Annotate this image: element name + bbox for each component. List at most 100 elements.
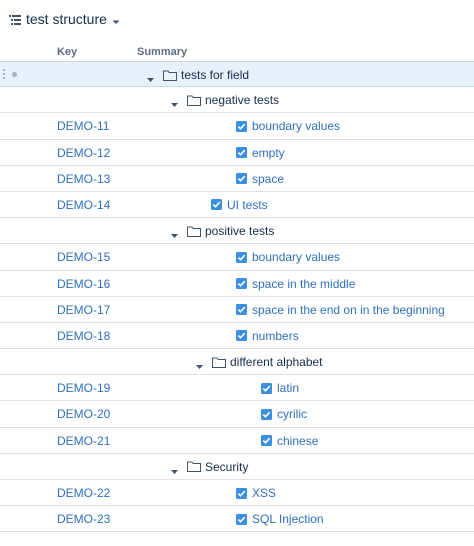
issue-row[interactable]: DEMO-18 numbers (0, 323, 474, 350)
issue-key-link[interactable]: DEMO-13 (57, 166, 110, 192)
summary-cell: tests for field (147, 62, 249, 88)
structure-selector[interactable]: test structure (9, 9, 120, 29)
checkbox-checked-icon[interactable] (236, 330, 247, 342)
issue-key-link[interactable]: DEMO-12 (57, 140, 110, 166)
issue-summary-link[interactable]: space in the end on in the beginning (252, 303, 445, 317)
issue-key-link[interactable]: DEMO-16 (57, 271, 110, 297)
folder-row[interactable]: Security (0, 454, 474, 480)
issue-row[interactable]: DEMO-19 latin (0, 375, 474, 402)
summary-cell: boundary values (236, 244, 340, 270)
summary-cell: different alphabet (196, 349, 323, 375)
checkbox-checked-icon[interactable] (236, 304, 247, 316)
summary-cell: cyrilic (261, 401, 307, 427)
checkbox-checked-icon[interactable] (236, 120, 247, 132)
status-dot-icon (12, 72, 17, 77)
issue-summary-link[interactable]: XSS (252, 486, 276, 500)
issue-row[interactable]: DEMO-14 UI tests (0, 192, 474, 219)
issue-row[interactable]: DEMO-17 space in the end on in the beginn… (0, 297, 474, 323)
checkbox-checked-icon[interactable] (261, 382, 272, 394)
summary-cell: negative tests (171, 87, 279, 113)
issue-key-link[interactable]: DEMO-15 (57, 244, 110, 270)
checkbox-checked-icon[interactable] (236, 487, 247, 499)
summary-cell: XSS (236, 480, 276, 506)
summary-cell: space in the middle (236, 271, 355, 297)
summary-cell: chinese (261, 428, 318, 454)
structure-icon (9, 14, 21, 25)
issue-key-link[interactable]: DEMO-23 (57, 506, 110, 532)
issue-row[interactable]: DEMO-11 boundary values (0, 113, 474, 140)
header: test structure (0, 0, 474, 38)
folder-row[interactable]: positive tests (0, 218, 474, 245)
issue-summary-link[interactable]: space in the middle (252, 277, 355, 291)
checkbox-checked-icon[interactable] (236, 513, 247, 525)
folder-row[interactable]: different alphabet (0, 349, 474, 376)
issue-row[interactable]: DEMO-15 boundary values (0, 244, 474, 271)
folder-label[interactable]: negative tests (205, 93, 279, 107)
issue-key-link[interactable]: DEMO-17 (57, 297, 110, 323)
issue-row[interactable]: DEMO-20 cyrilic (0, 401, 474, 428)
summary-cell: space (236, 166, 284, 192)
issue-row[interactable]: DEMO-21 chinese (0, 428, 474, 454)
expand-caret-icon[interactable] (196, 359, 203, 370)
folder-icon (187, 95, 201, 106)
folder-icon (187, 226, 201, 237)
folder-label[interactable]: positive tests (205, 224, 274, 238)
issue-row[interactable]: DEMO-12 empty (0, 140, 474, 166)
column-header-key[interactable]: Key (57, 46, 77, 58)
checkbox-checked-icon[interactable] (261, 408, 272, 420)
issue-summary-link[interactable]: UI tests (227, 198, 268, 212)
checkbox-checked-icon[interactable] (211, 199, 222, 211)
issue-summary-link[interactable]: chinese (277, 434, 318, 448)
issue-summary-link[interactable]: space (252, 172, 284, 186)
folder-row[interactable]: negative tests (0, 87, 474, 114)
issue-key-link[interactable]: DEMO-19 (57, 375, 110, 401)
issue-key-link[interactable]: DEMO-11 (57, 113, 109, 139)
caret-down-icon[interactable] (112, 15, 120, 24)
folder-label[interactable]: tests for field (181, 68, 249, 82)
folder-label[interactable]: Security (205, 460, 248, 474)
issue-summary-link[interactable]: empty (252, 146, 285, 160)
folder-icon (187, 461, 201, 473)
expand-caret-icon[interactable] (171, 97, 178, 108)
issue-row[interactable]: DEMO-23 SQL Injection (0, 506, 474, 533)
summary-cell: UI tests (211, 192, 268, 218)
expand-caret-icon[interactable] (171, 228, 178, 239)
summary-cell: positive tests (171, 218, 274, 244)
issue-row[interactable]: DEMO-16 space in the middle (0, 271, 474, 297)
checkbox-checked-icon[interactable] (236, 147, 247, 159)
expand-caret-icon[interactable] (147, 72, 154, 82)
issue-row[interactable]: DEMO-22 XSS (0, 480, 474, 507)
issue-summary-link[interactable]: numbers (252, 329, 299, 343)
summary-cell: space in the end on in the beginning (236, 297, 445, 323)
expand-caret-icon[interactable] (171, 464, 178, 474)
folder-row[interactable]: tests for field (0, 61, 474, 88)
summary-cell: Security (171, 454, 248, 480)
issue-summary-link[interactable]: boundary values (252, 119, 340, 133)
issue-summary-link[interactable]: boundary values (252, 250, 340, 264)
summary-cell: empty (236, 140, 285, 166)
structure-rows: tests for field negative tests DEMO-11 boun… (0, 61, 474, 533)
summary-cell: latin (261, 375, 299, 401)
summary-cell: boundary values (236, 113, 340, 139)
checkbox-checked-icon[interactable] (236, 278, 247, 289)
checkbox-checked-icon[interactable] (236, 251, 247, 263)
drag-handle-icon[interactable] (2, 68, 6, 82)
issue-key-link[interactable]: DEMO-22 (57, 480, 110, 506)
checkbox-checked-icon[interactable] (261, 435, 272, 447)
issue-key-link[interactable]: DEMO-20 (57, 401, 110, 427)
page-title: test structure (26, 11, 107, 27)
issue-key-link[interactable]: DEMO-18 (57, 323, 110, 349)
folder-label[interactable]: different alphabet (230, 355, 323, 369)
issue-row[interactable]: DEMO-13 space (0, 166, 474, 192)
column-headers: Key Summary (0, 43, 474, 61)
checkbox-checked-icon[interactable] (236, 173, 247, 185)
issue-summary-link[interactable]: cyrilic (277, 407, 307, 421)
issue-key-link[interactable]: DEMO-21 (57, 428, 110, 454)
issue-key-link[interactable]: DEMO-14 (57, 192, 110, 218)
summary-cell: SQL Injection (236, 506, 324, 532)
column-header-summary[interactable]: Summary (137, 46, 187, 58)
folder-icon (212, 357, 226, 368)
issue-summary-link[interactable]: latin (277, 381, 299, 395)
summary-cell: numbers (236, 323, 299, 349)
issue-summary-link[interactable]: SQL Injection (252, 512, 324, 526)
